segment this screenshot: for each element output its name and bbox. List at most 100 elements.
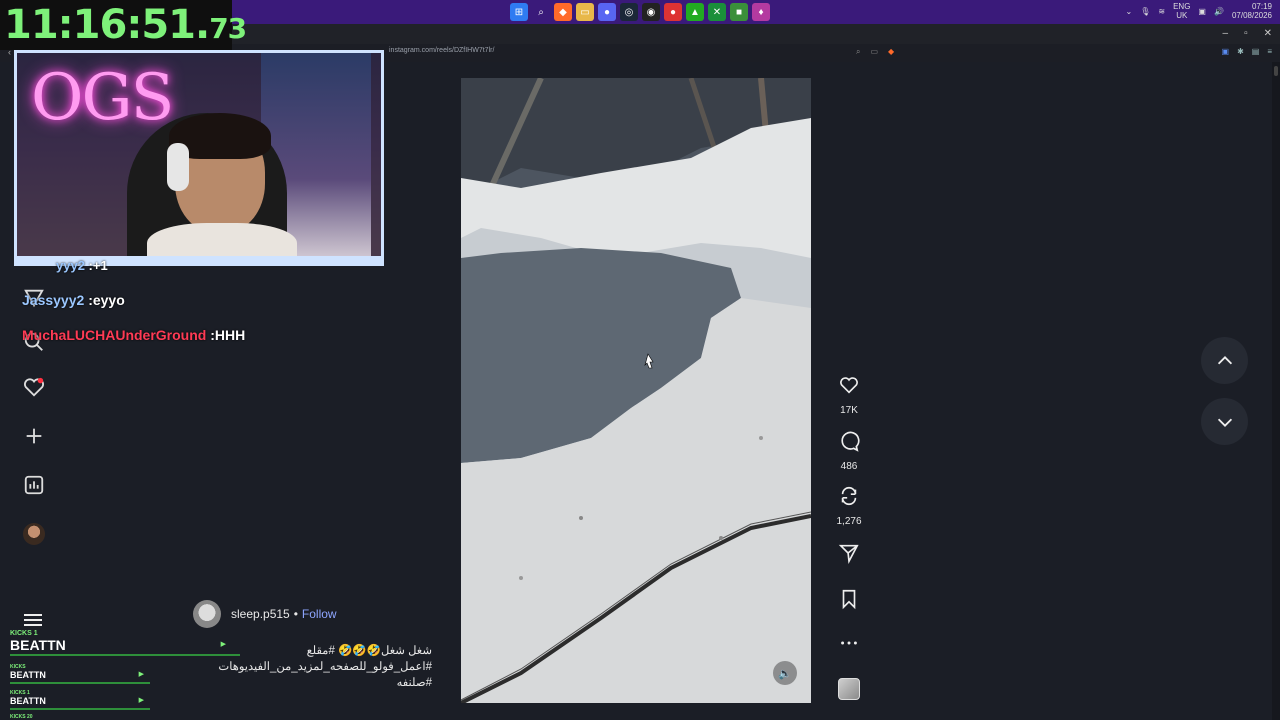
- timer-main: 11:16:51.: [4, 2, 210, 48]
- chat-username: MuchaLUCHAUnderGround: [22, 327, 207, 343]
- next-reel-button[interactable]: [1201, 398, 1248, 445]
- follow-button[interactable]: Follow: [302, 607, 337, 621]
- steam-icon[interactable]: ◎: [620, 3, 638, 21]
- chevron-up-icon: [1217, 355, 1232, 364]
- minecraft-icon[interactable]: ■: [730, 3, 748, 21]
- xbox-icon[interactable]: ✕: [708, 3, 726, 21]
- reel-caption: شغل شغل🤣🤣🤣 #مقلع #اعمل_فولو_للصفحه_لمزيد…: [190, 643, 432, 691]
- mute-button[interactable]: 🔈: [773, 661, 797, 685]
- nav-create[interactable]: [20, 422, 48, 450]
- more-options-button[interactable]: [836, 632, 862, 659]
- kicks-name: BEATTN: [10, 670, 46, 680]
- chevron-up-icon[interactable]: ⌄: [1126, 7, 1133, 16]
- record-icon[interactable]: ●: [664, 3, 682, 21]
- start-icon[interactable]: ⊞: [510, 3, 528, 21]
- reel-author: sleep.p515 • Follow: [193, 600, 337, 628]
- network-icon[interactable]: ▣: [1198, 7, 1206, 16]
- language-region: UK: [1176, 11, 1188, 20]
- caption-hashtag[interactable]: #صلنفه: [190, 675, 432, 691]
- browser-tab-bar: – ▫ ✕: [232, 24, 1280, 44]
- wallet-icon[interactable]: ▤: [1252, 47, 1260, 56]
- webcam-overlay: OGS: [14, 50, 384, 265]
- author-username[interactable]: sleep.p515: [231, 607, 290, 621]
- page-scrollbar[interactable]: [1272, 62, 1280, 720]
- reel-video[interactable]: 🔈: [461, 78, 811, 703]
- repost-count: 1,276: [836, 516, 862, 527]
- chart-icon: [24, 475, 44, 495]
- kicks-bar: [10, 682, 150, 684]
- heart-icon: [840, 377, 858, 394]
- caption-line: شغل شغل🤣🤣🤣 #مقلع: [306, 645, 432, 657]
- comment-icon: [841, 431, 860, 452]
- kicks-name: BEATTN: [10, 696, 46, 706]
- browser-icon[interactable]: ◆: [554, 3, 572, 21]
- clock-time: 07:19: [1251, 2, 1272, 11]
- file-explorer-icon[interactable]: ▭: [576, 3, 594, 21]
- play-icon: ▶: [138, 697, 144, 704]
- obs-icon[interactable]: ◉: [642, 3, 660, 21]
- timer-centiseconds: 73: [209, 12, 247, 45]
- chat-message: MuchaLUCHAUnderGround :HHH: [22, 327, 245, 343]
- separator-dot: •: [293, 607, 298, 621]
- menu-icon[interactable]: ≡: [1267, 47, 1272, 56]
- chevron-down-icon: [1217, 418, 1232, 427]
- heart-icon: [24, 377, 44, 397]
- reader-icon[interactable]: ▭: [870, 47, 878, 57]
- repost-button[interactable]: 1,276: [836, 485, 862, 527]
- more-menu-icon[interactable]: [24, 614, 42, 626]
- play-icon: ▶: [138, 671, 144, 678]
- close-icon[interactable]: ✕: [1264, 28, 1272, 39]
- discord-icon[interactable]: ●: [598, 3, 616, 21]
- shield-icon[interactable]: ◆: [888, 47, 894, 57]
- wifi-icon[interactable]: ≋: [1158, 7, 1165, 16]
- kicks-alert: KICKS BEATTN ▶: [10, 664, 150, 684]
- language-indicator[interactable]: ENG UK: [1173, 2, 1190, 20]
- maximize-icon[interactable]: ▫: [1244, 28, 1248, 39]
- reel-frame: [461, 78, 811, 703]
- system-tray: ⌄ 🎙 ≋ ENG UK ▣ 🔊 07:19 07/08/2026: [1126, 2, 1272, 20]
- share-button[interactable]: [836, 542, 862, 569]
- nav-profile[interactable]: [20, 520, 48, 548]
- clock[interactable]: 07:19 07/08/2026: [1232, 2, 1272, 20]
- neon-logo: OGS: [31, 61, 174, 135]
- drive-icon[interactable]: ▲: [686, 3, 704, 21]
- language-code: ENG: [1173, 2, 1191, 11]
- chat-message: yyy2 :+1: [56, 258, 108, 273]
- minimize-icon[interactable]: –: [1223, 28, 1229, 39]
- like-button[interactable]: 17K: [836, 374, 862, 416]
- kicks-alert: KICKS 20: [10, 714, 150, 720]
- volume-icon[interactable]: 🔊: [1214, 7, 1224, 16]
- audio-thumbnail[interactable]: [838, 678, 860, 700]
- kicks-alert: KICKS 1 BEATTN ▶: [10, 690, 150, 710]
- kicks-bar: [10, 708, 150, 710]
- nav-dashboard[interactable]: [20, 471, 48, 499]
- taskbar-apps: ⊞ ⌕ ◆ ▭ ● ◎ ◉ ● ▲ ✕ ■ ♦: [510, 3, 770, 21]
- address-actions: ⌕ ▭ ◆: [856, 47, 894, 57]
- kicks-name: BEATTN: [10, 637, 66, 653]
- search-icon[interactable]: ⌕: [532, 3, 550, 21]
- chat-username: Jassyyy2: [22, 292, 85, 308]
- more-icon: [841, 641, 857, 645]
- extension-icon[interactable]: ▣: [1222, 47, 1230, 56]
- chat-message: Jassyyy2 :eyyo: [22, 292, 125, 308]
- comment-count: 486: [840, 461, 858, 472]
- nav-notifications[interactable]: [20, 373, 48, 401]
- caption-hashtag[interactable]: #اعمل_فولو_للصفحه_لمزيد_من_الفيديوهات: [190, 659, 432, 675]
- repost-icon: [841, 486, 857, 506]
- zoom-icon[interactable]: ⌕: [856, 47, 860, 57]
- window-controls: – ▫ ✕: [1223, 28, 1273, 39]
- mic-icon[interactable]: 🎙: [1140, 7, 1150, 16]
- chat-text: :HHH: [210, 327, 246, 343]
- author-avatar[interactable]: [193, 600, 221, 628]
- previous-reel-button[interactable]: [1201, 337, 1248, 384]
- scrollbar-thumb[interactable]: [1274, 66, 1278, 76]
- extensions-puzzle-icon[interactable]: ✱: [1237, 47, 1244, 56]
- kicks-label: KICKS 20: [10, 714, 33, 720]
- pin-icon[interactable]: ♦: [752, 3, 770, 21]
- bookmark-icon: [842, 589, 856, 610]
- comment-button[interactable]: 486: [836, 430, 862, 472]
- chat-text: :+1: [88, 258, 108, 273]
- address-bar[interactable]: instagram.com/reels/DZfIHW7t7lr/: [389, 47, 494, 54]
- save-button[interactable]: [836, 588, 862, 615]
- stream-timer: 11:16:51.73: [0, 0, 247, 50]
